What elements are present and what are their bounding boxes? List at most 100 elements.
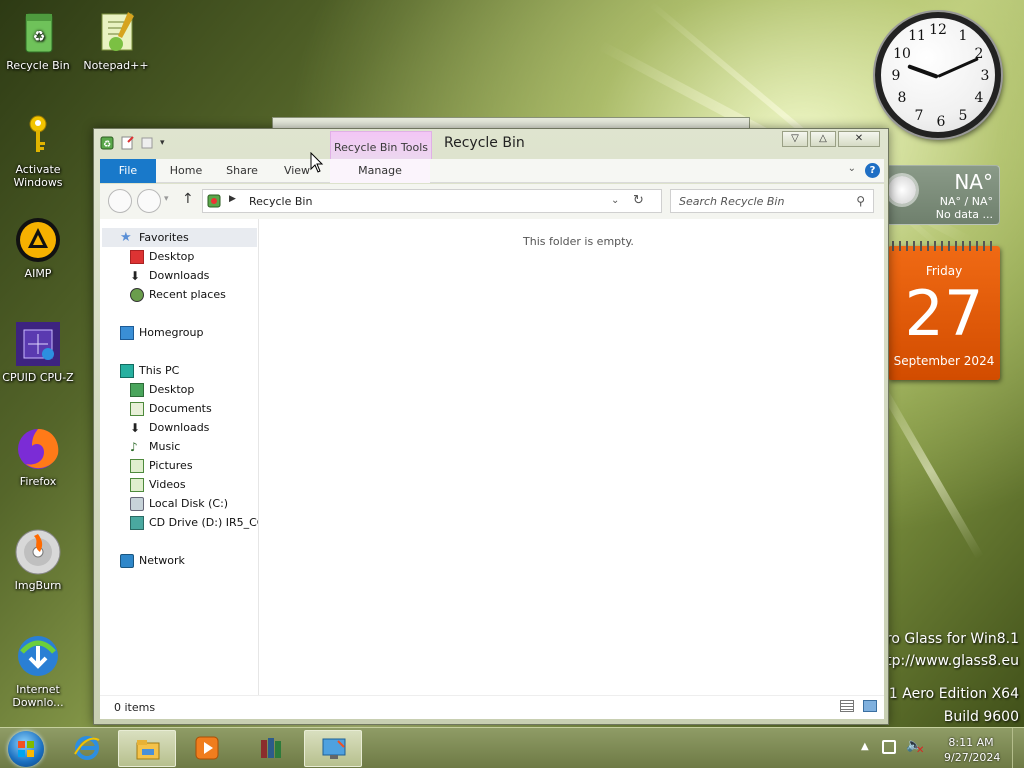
- recent-locations-icon[interactable]: ▾: [164, 194, 169, 204]
- recycle-bin-tools-tab[interactable]: Recycle Bin Tools: [330, 131, 432, 159]
- weather-gadget[interactable]: NA° NA° / NA° No data ...: [885, 165, 1000, 225]
- clock-number: 1: [958, 28, 968, 44]
- tab-manage[interactable]: Manage: [330, 159, 430, 183]
- tab-home[interactable]: Home: [162, 159, 210, 183]
- desktop-icon-label: AIMP: [24, 267, 52, 280]
- tab-share[interactable]: Share: [218, 159, 266, 183]
- caption-buttons: ▽ △ ✕: [782, 131, 880, 147]
- taskbar-media-player[interactable]: [178, 730, 236, 767]
- desktop-icon-imgburn[interactable]: ImgBurn: [0, 528, 76, 592]
- desktop-icon-idm[interactable]: Internet Downlo...: [0, 632, 76, 709]
- pictures-icon: [130, 458, 144, 473]
- homegroup-icon: [120, 325, 134, 340]
- details-view-icon[interactable]: [840, 700, 854, 712]
- desktop-icon-label: ImgBurn: [14, 579, 62, 592]
- clock-number: 12: [929, 22, 947, 38]
- nav-label: Pictures: [149, 459, 193, 472]
- large-icons-view-icon[interactable]: [863, 700, 877, 712]
- taskbar-file-explorer[interactable]: [118, 730, 176, 767]
- search-icon[interactable]: ⚲: [856, 194, 865, 208]
- nav-item-music[interactable]: ♪ Music: [130, 437, 180, 456]
- desktop-icon: [130, 249, 144, 264]
- explorer-window[interactable]: ♻ ▾ Recycle Bin Tools Recycle Bin ▽ △ ✕ …: [93, 128, 889, 725]
- maximize-button[interactable]: △: [810, 131, 836, 147]
- desktop-icon-aimp[interactable]: AIMP: [0, 216, 76, 280]
- svg-text:♻: ♻: [103, 140, 111, 150]
- windows-logo-icon: [18, 741, 34, 757]
- ribbon-expand-icon[interactable]: ⌄: [848, 163, 856, 174]
- nav-item-recent-places[interactable]: Recent places: [130, 285, 226, 304]
- desktop-icon-recycle-bin[interactable]: ♻ Recycle Bin: [0, 8, 76, 72]
- recycle-bin-small-icon[interactable]: ♻: [100, 136, 114, 150]
- nav-label: Recent places: [149, 288, 226, 301]
- clock-time: 8:11 AM: [948, 736, 994, 749]
- properties-icon[interactable]: [120, 136, 134, 150]
- taskbar-internet-explorer[interactable]: [58, 730, 116, 767]
- help-icon[interactable]: ?: [865, 163, 880, 178]
- up-arrow-icon[interactable]: ↑: [182, 191, 194, 207]
- new-folder-icon[interactable]: [140, 136, 154, 150]
- clock-number: 11: [908, 28, 926, 44]
- taskbar-remote-desktop[interactable]: [304, 730, 362, 767]
- nav-item-pictures[interactable]: Pictures: [130, 456, 193, 475]
- documents-icon: [130, 401, 144, 416]
- nav-label: Homegroup: [139, 326, 204, 339]
- clock-number: 10: [893, 46, 911, 62]
- nav-item-homegroup[interactable]: Homegroup: [120, 323, 203, 342]
- clock-number: 9: [891, 68, 901, 84]
- aimp-icon: [14, 216, 62, 264]
- address-toolbar: ▾ ↑ ▶ Recycle Bin ⌄ ↻ Search Recycle Bin…: [100, 184, 884, 219]
- item-count: 0 items: [114, 701, 156, 714]
- nav-item-this-pc[interactable]: This PC: [120, 361, 179, 380]
- nav-item-network[interactable]: Network: [120, 551, 185, 570]
- minimize-button[interactable]: ▽: [782, 131, 808, 147]
- refresh-icon[interactable]: ↻: [633, 193, 644, 208]
- music-note-icon: ♪: [130, 439, 138, 454]
- address-bar[interactable]: ▶ Recycle Bin ⌄ ↻: [202, 189, 662, 213]
- breadcrumb-separator-icon[interactable]: ▶: [229, 194, 236, 204]
- title-bar[interactable]: ♻ ▾ Recycle Bin Tools Recycle Bin ▽ △ ✕: [94, 129, 888, 159]
- taskbar-archive[interactable]: [242, 730, 300, 767]
- show-desktop-button[interactable]: [1012, 728, 1024, 768]
- nav-item-pc-downloads[interactable]: ⬇ Downloads: [130, 418, 209, 437]
- navigation-pane[interactable]: ★ Favorites Desktop ⬇ Downloads Recent p…: [100, 219, 259, 695]
- nav-item-cd-drive[interactable]: CD Drive (D:) IR5_CCS: [130, 513, 258, 532]
- clock-gadget[interactable]: 12 1 2 3 4 5 6 7 8 9 10 11: [875, 12, 1001, 138]
- firefox-icon: [14, 424, 62, 472]
- start-button[interactable]: [8, 731, 44, 767]
- calendar-gadget[interactable]: Friday 27 September 2024: [888, 241, 1000, 380]
- nav-item-fav-downloads[interactable]: ⬇ Downloads: [130, 266, 209, 285]
- file-explorer-icon: [136, 740, 160, 760]
- close-button[interactable]: ✕: [838, 131, 880, 147]
- back-button[interactable]: [108, 189, 132, 213]
- notepad-plus-plus-icon: [92, 8, 140, 56]
- forward-button[interactable]: [137, 189, 161, 213]
- qat-dropdown-icon[interactable]: ▾: [160, 138, 165, 148]
- nav-item-favorites[interactable]: ★ Favorites: [102, 228, 257, 247]
- system-clock[interactable]: 8:11 AM 9/27/2024: [944, 735, 1001, 765]
- nav-label: Desktop: [149, 383, 195, 396]
- nav-item-local-disk[interactable]: Local Disk (C:): [130, 494, 228, 513]
- clock-date: 9/27/2024: [944, 751, 1001, 764]
- network-tray-icon[interactable]: [882, 740, 896, 754]
- tab-file[interactable]: File: [100, 159, 156, 183]
- address-dropdown-icon[interactable]: ⌄: [611, 195, 619, 206]
- network-icon: [120, 553, 134, 568]
- watermark-line: ttp://www.glass8.eu: [880, 653, 1019, 669]
- nav-item-videos[interactable]: Videos: [130, 475, 186, 494]
- desktop-icon-firefox[interactable]: Firefox: [0, 424, 76, 488]
- search-box[interactable]: Search Recycle Bin ⚲: [670, 189, 874, 213]
- show-hidden-icons-icon[interactable]: ▲: [861, 741, 869, 752]
- empty-folder-message: This folder is empty.: [523, 235, 634, 248]
- weather-temp: NA°: [954, 170, 993, 194]
- clock-number: 5: [958, 108, 968, 124]
- clock-number: 7: [914, 108, 924, 124]
- nav-label: Desktop: [149, 250, 195, 263]
- nav-item-documents[interactable]: Documents: [130, 399, 212, 418]
- desktop-icon-cpuz[interactable]: CPUID CPU-Z: [0, 320, 76, 384]
- nav-item-pc-desktop[interactable]: Desktop: [130, 380, 194, 399]
- nav-item-fav-desktop[interactable]: Desktop: [130, 247, 194, 266]
- key-icon: [14, 112, 62, 160]
- desktop-icon-activate-windows[interactable]: Activate Windows: [0, 112, 76, 189]
- desktop-icon-notepadpp[interactable]: Notepad++: [78, 8, 154, 72]
